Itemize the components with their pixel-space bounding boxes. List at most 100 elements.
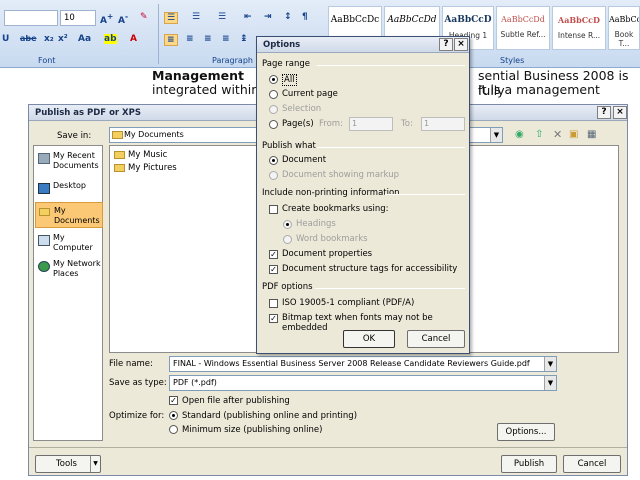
my-computer-icon	[38, 235, 50, 246]
headings-radio	[283, 220, 292, 229]
optimize-standard-radio[interactable]	[169, 411, 178, 420]
folder-icon	[114, 164, 125, 172]
options-cancel-button[interactable]: Cancel	[407, 330, 465, 348]
style-intense-reference[interactable]: AaBbCcD Intense R...	[552, 6, 606, 50]
underline-icon[interactable]: U	[2, 34, 9, 44]
publish-cancel-button[interactable]: Cancel	[563, 455, 621, 473]
change-case-icon[interactable]: Aa	[78, 34, 91, 44]
options-button[interactable]: Options...	[497, 423, 555, 441]
current-page-label: Current page	[282, 89, 338, 99]
align-center-icon[interactable]: ≡	[186, 34, 194, 44]
publish-close-button[interactable]: ×	[613, 106, 627, 119]
highlight-icon[interactable]: ab	[104, 34, 117, 44]
file-item-my-music[interactable]: My Music	[114, 150, 167, 160]
separator	[385, 194, 465, 195]
folder-icon	[114, 151, 125, 159]
file-item-my-pictures[interactable]: My Pictures	[114, 163, 177, 173]
clear-format-icon[interactable]: ✎	[140, 12, 148, 22]
delete-icon[interactable]: ✕	[553, 128, 562, 141]
place-my-computer[interactable]: My Computer	[35, 230, 103, 256]
places-bar: My Recent Documents Desktop My Documents…	[33, 145, 103, 441]
align-left-icon[interactable]: ≡	[164, 34, 178, 46]
nav-toolbar: ◉ ⇧ ✕ ▣ ▦	[511, 128, 615, 143]
strikethrough-icon[interactable]: abe	[20, 34, 37, 43]
font-name-box[interactable]	[4, 10, 58, 26]
views-icon[interactable]: ▦	[587, 129, 596, 140]
tools-button[interactable]: Tools ▼	[35, 455, 101, 473]
font-color-icon[interactable]: A	[130, 34, 137, 44]
font-size-box[interactable]: 10	[60, 10, 96, 26]
multilevel-list-icon[interactable]: ☰	[218, 12, 226, 22]
document-label: Document	[282, 155, 327, 165]
decrease-indent-icon[interactable]: ⇤	[244, 12, 252, 22]
options-help-button[interactable]: ?	[439, 38, 453, 51]
show-formatting-icon[interactable]: ¶	[302, 12, 308, 22]
bookmarks-checkbox[interactable]	[269, 205, 278, 214]
new-folder-icon[interactable]: ▣	[569, 129, 578, 140]
optimize-minimum-label: Minimum size (publishing online)	[182, 425, 323, 435]
style-book-title[interactable]: AaBbCcDdBook T...	[608, 6, 640, 50]
chevron-down-icon[interactable]: ▼	[490, 128, 502, 142]
subscript-icon[interactable]: x₂	[44, 34, 54, 44]
publish-what-label: Publish what	[262, 141, 316, 151]
font-group-label: Font	[38, 56, 56, 65]
numbering-icon[interactable]: ☰	[192, 12, 200, 22]
from-spinner: 1	[349, 117, 393, 131]
nonprinting-label: Include non-printing information	[262, 188, 400, 198]
save-type-select[interactable]: PDF (*.pdf) ▼	[169, 375, 557, 391]
paragraph-group-label: Paragraph	[212, 56, 253, 65]
doc-text-line1: Management	[152, 68, 245, 83]
properties-checkbox[interactable]: ✓	[269, 250, 278, 259]
options-title: Options	[263, 40, 301, 50]
superscript-icon[interactable]: x²	[58, 34, 68, 44]
iso-label: ISO 19005-1 compliant (PDF/A)	[282, 298, 415, 308]
place-my-documents[interactable]: My Documents	[35, 202, 103, 228]
current-page-radio[interactable]	[269, 90, 278, 99]
align-right-icon[interactable]: ≡	[204, 34, 212, 44]
publish-separator	[29, 447, 627, 448]
iso-checkbox[interactable]	[269, 299, 278, 308]
open-after-checkbox[interactable]: ✓	[169, 396, 178, 405]
justify-icon[interactable]: ≡	[222, 34, 230, 44]
optimize-minimum-radio[interactable]	[169, 425, 178, 434]
options-ok-button[interactable]: OK	[343, 330, 395, 348]
font-size-value: 10	[64, 13, 75, 23]
bitmap-checkbox[interactable]: ✓	[269, 314, 278, 323]
options-dialog: Options ? × Page range All Current page …	[256, 36, 470, 354]
save-in-label: Save in:	[57, 131, 92, 141]
place-recent-documents[interactable]: My Recent Documents	[35, 148, 103, 174]
sort-icon[interactable]: ↕	[284, 12, 292, 22]
style-subtle-reference[interactable]: AaBbCcDd Subtle Ref...	[496, 6, 550, 50]
grow-font-icon[interactable]: A+	[100, 12, 113, 26]
shrink-font-icon[interactable]: A-	[118, 12, 128, 26]
bullets-icon[interactable]: ☰	[164, 12, 179, 24]
markup-label: Document showing markup	[282, 170, 399, 180]
publish-help-button[interactable]: ?	[597, 106, 611, 119]
publish-button[interactable]: Publish	[501, 455, 557, 473]
publish-dialog-title: Publish as PDF or XPS	[35, 108, 141, 118]
back-icon[interactable]: ◉	[515, 129, 524, 140]
file-name-input[interactable]: FINAL - Windows Essential Business Serve…	[169, 356, 557, 372]
place-desktop[interactable]: Desktop	[35, 178, 103, 204]
up-folder-icon[interactable]: ⇧	[535, 129, 543, 140]
file-name-value: FINAL - Windows Essential Business Serve…	[173, 359, 530, 368]
place-network-places[interactable]: My Network Places	[35, 256, 103, 282]
pdf-options-label: PDF options	[262, 282, 313, 292]
line-spacing-icon[interactable]: ↨	[240, 34, 248, 44]
optimize-standard-label: Standard (publishing online and printing…	[182, 411, 358, 421]
pages-radio[interactable]	[269, 120, 278, 129]
increase-indent-icon[interactable]: ⇥	[264, 12, 272, 22]
all-pages-radio[interactable]	[269, 75, 278, 84]
save-type-value: PDF (*.pdf)	[173, 378, 217, 387]
document-radio[interactable]	[269, 156, 278, 165]
from-label: From:	[319, 119, 343, 129]
optimize-label: Optimize for:	[109, 411, 165, 421]
folder-icon	[112, 131, 123, 139]
structure-tags-checkbox[interactable]: ✓	[269, 265, 278, 274]
separator	[317, 147, 465, 148]
open-after-label: Open file after publishing	[182, 396, 290, 406]
chevron-down-icon[interactable]: ▼	[544, 357, 556, 371]
options-close-button[interactable]: ×	[454, 38, 468, 51]
selection-radio	[269, 105, 278, 114]
chevron-down-icon[interactable]: ▼	[544, 376, 556, 390]
